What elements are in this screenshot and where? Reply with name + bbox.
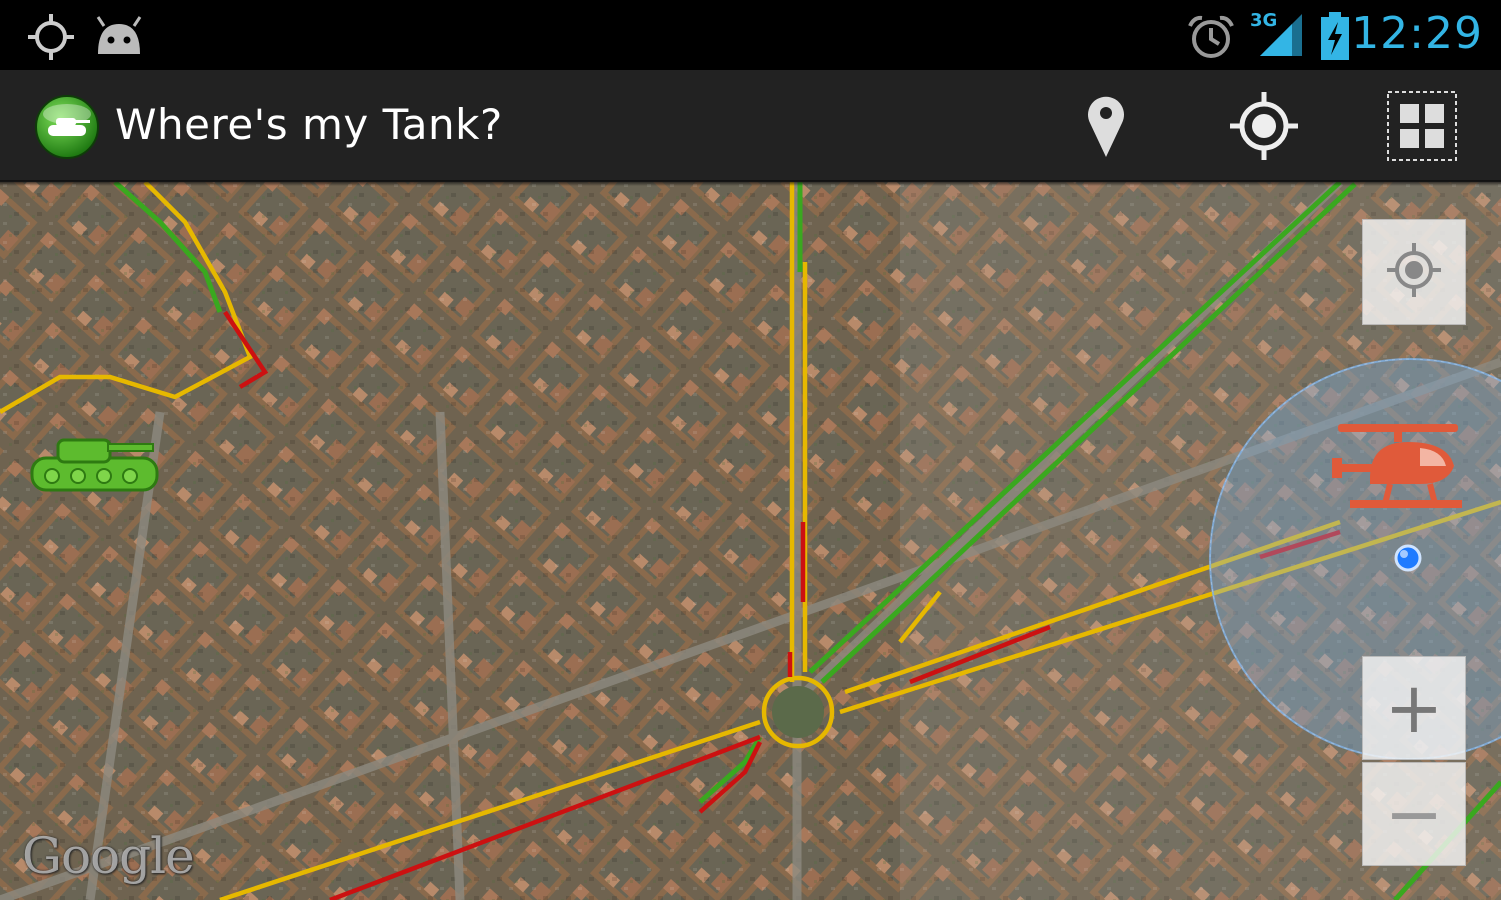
grid-icon (1386, 90, 1458, 166)
alarm-icon (1186, 14, 1236, 64)
zoom-in-button[interactable]: + (1362, 656, 1466, 760)
place-marker-button[interactable] (1066, 88, 1146, 168)
satellite-map[interactable]: + − Google (0, 182, 1501, 900)
helicopter-marker[interactable] (1330, 418, 1470, 522)
app-title: Where's my Tank? (115, 100, 503, 149)
action-bar-shadow (0, 180, 1501, 186)
my-location-icon (1386, 242, 1442, 302)
clock: 12:29 (1351, 8, 1483, 59)
my-location-button[interactable] (1224, 88, 1304, 168)
current-location-dot (1393, 543, 1423, 577)
signal-icon (1258, 12, 1304, 62)
battery-charging-icon (1318, 10, 1352, 66)
google-logo: Google (22, 827, 195, 885)
android-icon (92, 14, 146, 62)
map-canvas (0, 182, 1501, 900)
place-marker-icon (1084, 93, 1128, 163)
grid-view-button[interactable] (1382, 88, 1462, 168)
map-my-location-button[interactable] (1362, 219, 1466, 325)
my-location-icon (1228, 90, 1300, 166)
tank-marker[interactable] (30, 430, 160, 504)
zoom-in-icon: + (1384, 667, 1444, 749)
zoom-out-icon: − (1384, 773, 1444, 855)
gps-icon (26, 12, 76, 66)
action-bar: Where's my Tank? (0, 70, 1501, 182)
tank-app-icon[interactable] (34, 94, 100, 160)
zoom-out-button[interactable]: − (1362, 762, 1466, 866)
status-bar: 3G 12:29 (0, 0, 1501, 70)
